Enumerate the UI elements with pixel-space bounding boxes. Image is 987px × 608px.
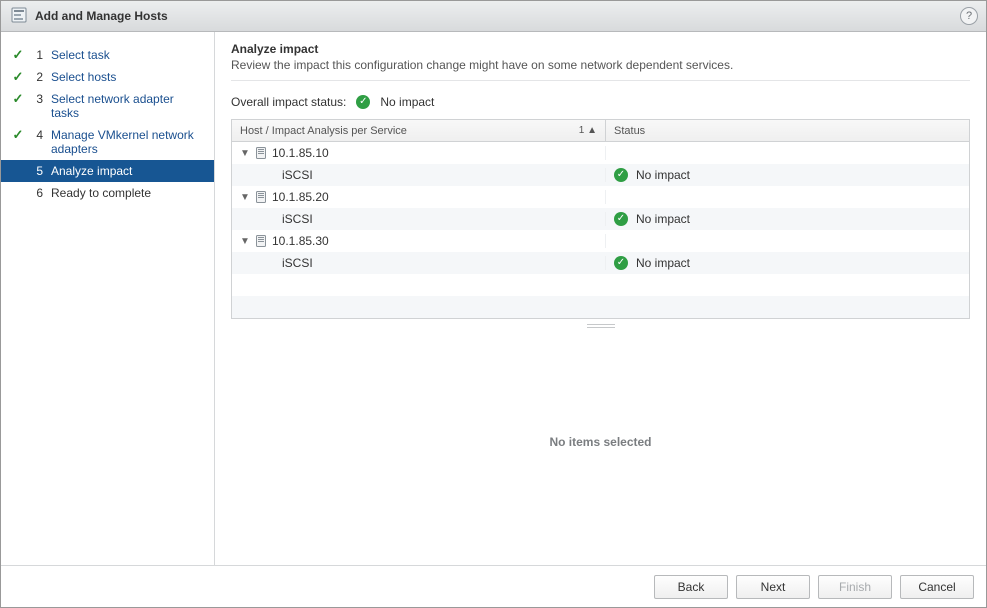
table-row[interactable]: ▼ 10.1.85.20 xyxy=(232,186,969,208)
next-button[interactable]: Next xyxy=(736,575,810,599)
finish-button: Finish xyxy=(818,575,892,599)
window-title: Add and Manage Hosts xyxy=(35,9,168,23)
ok-icon: ✓ xyxy=(614,212,628,226)
step-label: Select hosts xyxy=(51,70,204,84)
table-row[interactable]: iSCSI ✓ No impact xyxy=(232,252,969,274)
step-label: Select network adapter tasks xyxy=(51,92,204,120)
page-description: Review the impact this configuration cha… xyxy=(231,58,970,72)
help-icon[interactable]: ? xyxy=(960,7,978,25)
impact-table: Host / Impact Analysis per Service 1 ▲ S… xyxy=(231,119,970,319)
service-name: iSCSI xyxy=(282,212,313,226)
step-label: Ready to complete xyxy=(51,186,204,200)
step-number: 2 xyxy=(33,70,43,84)
service-status: No impact xyxy=(636,212,690,226)
host-name: 10.1.85.20 xyxy=(272,190,329,204)
step-label: Manage VMkernel network adapters xyxy=(51,128,204,156)
check-icon: ✓ xyxy=(11,48,25,62)
step-analyze-impact[interactable]: ✓ 5 Analyze impact xyxy=(1,160,214,182)
page-title: Analyze impact xyxy=(231,42,970,56)
col-host[interactable]: Host / Impact Analysis per Service 1 ▲ xyxy=(232,120,606,141)
step-number: 6 xyxy=(33,186,43,200)
service-status: No impact xyxy=(636,256,690,270)
divider xyxy=(231,80,970,81)
ok-icon: ✓ xyxy=(614,168,628,182)
cancel-button[interactable]: Cancel xyxy=(900,575,974,599)
ok-icon: ✓ xyxy=(614,256,628,270)
host-name: 10.1.85.30 xyxy=(272,234,329,248)
collapse-icon[interactable]: ▼ xyxy=(240,192,250,203)
ok-icon: ✓ xyxy=(356,95,370,109)
table-row[interactable]: iSCSI ✓ No impact xyxy=(232,164,969,186)
titlebar: Add and Manage Hosts ? xyxy=(1,1,986,32)
steps-sidebar: ✓ 1 Select task ✓ 2 Select hosts ✓ 3 Sel… xyxy=(1,32,215,565)
check-icon: ✓ xyxy=(11,128,25,142)
overall-status-label: Overall impact status: xyxy=(231,95,346,109)
step-select-hosts[interactable]: ✓ 2 Select hosts xyxy=(1,66,214,88)
sort-indicator: 1 ▲ xyxy=(579,125,597,136)
empty-text: No items selected xyxy=(549,435,651,449)
host-icon xyxy=(256,147,266,159)
service-name: iSCSI xyxy=(282,168,313,182)
host-name: 10.1.85.10 xyxy=(272,146,329,160)
step-vmkernel-adapters[interactable]: ✓ 4 Manage VMkernel network adapters xyxy=(1,124,214,160)
col-status-label: Status xyxy=(614,125,645,137)
collapse-icon[interactable]: ▼ xyxy=(240,148,250,159)
overall-status-row: Overall impact status: ✓ No impact xyxy=(231,95,970,109)
step-number: 3 xyxy=(33,92,43,106)
wizard-window: Add and Manage Hosts ? ✓ 1 Select task ✓… xyxy=(0,0,987,608)
wizard-icon xyxy=(11,7,27,26)
step-label: Analyze impact xyxy=(51,164,204,178)
step-network-adapter-tasks[interactable]: ✓ 3 Select network adapter tasks xyxy=(1,88,214,124)
col-status[interactable]: Status xyxy=(606,120,969,141)
table-row-empty xyxy=(232,296,969,318)
host-icon xyxy=(256,235,266,247)
step-number: 4 xyxy=(33,128,43,142)
host-icon xyxy=(256,191,266,203)
table-header: Host / Impact Analysis per Service 1 ▲ S… xyxy=(232,120,969,142)
check-icon: ✓ xyxy=(11,70,25,84)
table-row[interactable]: ▼ 10.1.85.10 xyxy=(232,142,969,164)
back-button[interactable]: Back xyxy=(654,575,728,599)
step-number: 1 xyxy=(33,48,43,62)
collapse-icon[interactable]: ▼ xyxy=(240,236,250,247)
service-status: No impact xyxy=(636,168,690,182)
col-host-label: Host / Impact Analysis per Service xyxy=(240,125,407,137)
main-panel: Analyze impact Review the impact this co… xyxy=(215,32,986,565)
service-name: iSCSI xyxy=(282,256,313,270)
overall-status-value: No impact xyxy=(380,95,434,109)
wizard-footer: Back Next Finish Cancel xyxy=(1,565,986,607)
table-row[interactable]: iSCSI ✓ No impact xyxy=(232,208,969,230)
step-ready-complete[interactable]: ✓ 6 Ready to complete xyxy=(1,182,214,204)
table-body: ▼ 10.1.85.10 iSCSI ✓ No impact ▼ xyxy=(232,142,969,318)
table-row[interactable]: ▼ 10.1.85.30 xyxy=(232,230,969,252)
table-row-empty xyxy=(232,274,969,296)
wizard-body: ✓ 1 Select task ✓ 2 Select hosts ✓ 3 Sel… xyxy=(1,32,986,565)
step-number: 5 xyxy=(33,164,43,178)
details-empty: No items selected xyxy=(231,329,970,555)
step-label: Select task xyxy=(51,48,204,62)
step-select-task[interactable]: ✓ 1 Select task xyxy=(1,44,214,66)
check-icon: ✓ xyxy=(11,92,25,106)
